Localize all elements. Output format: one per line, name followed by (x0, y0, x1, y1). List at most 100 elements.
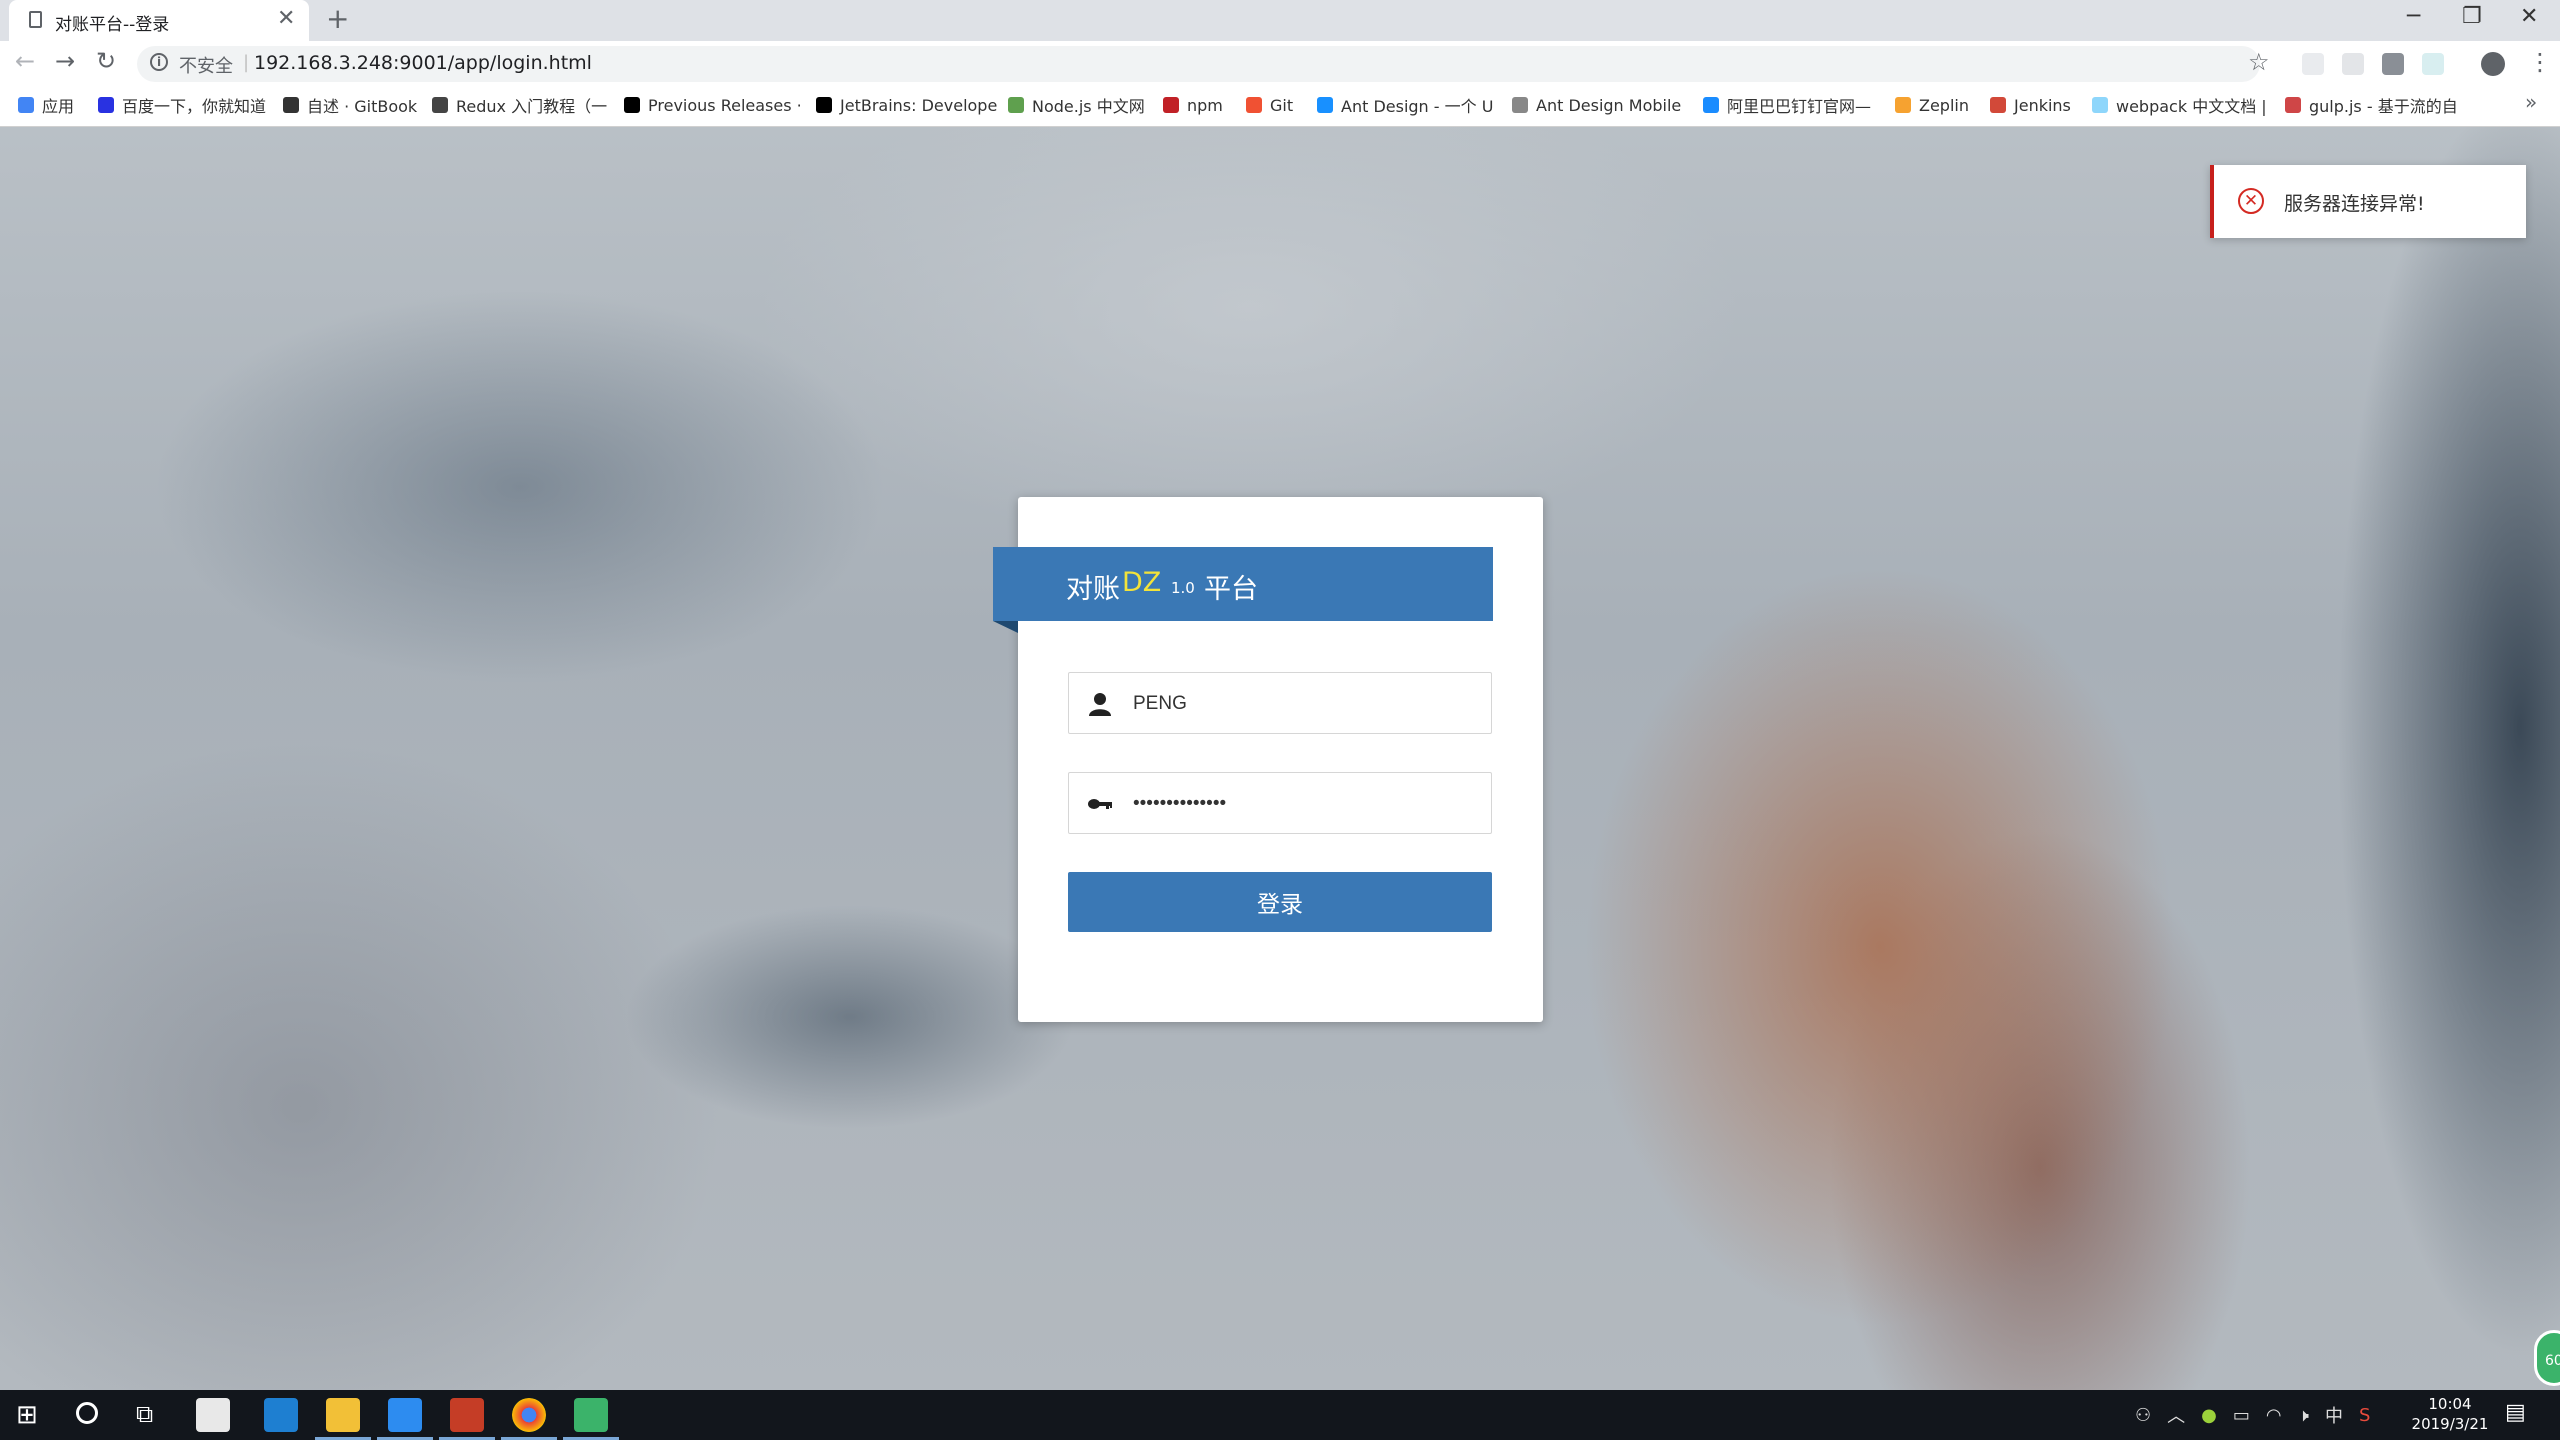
bookmark-label: Node.js 中文网 (1032, 97, 1145, 116)
notification-center-icon[interactable]: ▤ (2505, 1400, 2526, 1425)
bookmark-item[interactable]: Previous Releases · (624, 92, 802, 118)
security-label[interactable]: 不安全 (179, 52, 233, 78)
bookmark-label: Ant Design - 一个 U (1341, 97, 1494, 116)
login-title-banner: 对账 DZ 1.0 平台 (993, 547, 1493, 621)
bookmark-label: Zeplin (1919, 95, 1969, 115)
forward-arrow-icon[interactable]: → (55, 47, 75, 75)
bookmark-label: Jenkins (2014, 95, 2071, 115)
edge-icon[interactable] (264, 1398, 298, 1432)
bookmark-item[interactable]: Ant Design - 一个 U (1317, 92, 1493, 118)
reload-icon[interactable]: ↻ (96, 47, 116, 75)
clock-time: 10:04 (2428, 1395, 2472, 1413)
bookmark-label: 百度一下，你就知道 (122, 97, 267, 116)
bookmark-label: 自述 · GitBook (307, 97, 418, 116)
git-icon (1246, 97, 1262, 113)
username-field[interactable] (1068, 672, 1492, 734)
taskbar-clock[interactable]: 10:04 2019/3/21 (2405, 1394, 2495, 1434)
dingtalk-icon[interactable] (388, 1398, 422, 1432)
chrome-icon[interactable] (512, 1398, 546, 1432)
runner-icon (432, 97, 448, 113)
bookmark-item[interactable]: Zeplin (1895, 92, 1969, 118)
login-button[interactable]: 登录 (1068, 872, 1492, 932)
bookmark-item[interactable]: Redux 入门教程（一 (432, 92, 607, 118)
clock-date: 2019/3/21 (2411, 1415, 2489, 1433)
npm-icon (1163, 97, 1179, 113)
title-brand: DZ (1122, 567, 1162, 598)
extension-icon[interactable] (2342, 53, 2364, 75)
app-icon[interactable] (196, 1398, 230, 1432)
username-input[interactable] (1131, 687, 1475, 721)
browser-tab[interactable]: 对账平台--登录 ✕ (9, 0, 309, 41)
more-menu-icon[interactable]: ⋮ (2528, 48, 2552, 76)
title-prefix: 对账 (1066, 574, 1120, 605)
book-icon (283, 97, 299, 113)
task-view-icon[interactable]: ⧉ (136, 1400, 153, 1428)
bookmark-item[interactable]: webpack 中文文档 | (2092, 92, 2267, 118)
bookmark-label: JetBrains: Develope (840, 95, 998, 115)
zeplin-icon (1895, 97, 1911, 113)
show-hidden-icons-icon[interactable]: ︿ (2167, 1402, 2185, 1428)
bookmark-item[interactable]: Jenkins (1990, 92, 2071, 118)
bookmark-item[interactable]: gulp.js - 基于流的自 (2285, 92, 2458, 118)
jb-icon (816, 97, 832, 113)
title-version: 1.0 (1171, 579, 1195, 597)
wifi-icon[interactable]: ◠ (2266, 1405, 2282, 1426)
people-icon[interactable]: ⚇ (2135, 1405, 2151, 1426)
bookmarks-overflow-icon[interactable]: » (2525, 90, 2537, 114)
error-circle-icon: ✕ (2238, 188, 2264, 214)
gulp-icon (2285, 97, 2301, 113)
bookmark-item[interactable]: npm (1163, 92, 1223, 118)
intellij-icon[interactable] (450, 1398, 484, 1432)
antd-mobile-icon (1512, 97, 1528, 113)
user-icon (1089, 693, 1111, 716)
bookmark-item[interactable]: 百度一下，你就知道 (98, 92, 266, 118)
close-window-button[interactable]: ✕ (2520, 4, 2538, 29)
restore-button[interactable]: ❐ (2462, 4, 2482, 29)
minimize-button[interactable]: ─ (2407, 4, 2420, 29)
bookmark-label: 阿里巴巴钉钉官网— (1727, 97, 1872, 116)
search-icon[interactable] (76, 1402, 98, 1424)
webpack-icon (2092, 97, 2108, 113)
profile-avatar-icon[interactable] (2481, 52, 2505, 76)
jenkins-icon (1990, 97, 2006, 113)
bookmark-label: webpack 中文文档 | (2116, 97, 2267, 116)
ime-indicator[interactable]: 中 (2325, 1402, 2343, 1428)
key-icon (1088, 799, 1112, 809)
bookmark-item[interactable]: Ant Design Mobile (1512, 92, 1681, 118)
tab-close-icon[interactable]: ✕ (277, 6, 295, 31)
password-input[interactable] (1131, 787, 1475, 821)
bookmark-item[interactable]: Git (1246, 92, 1293, 118)
password-field[interactable] (1068, 772, 1492, 834)
url-text[interactable]: 192.168.3.248:9001/app/login.html (254, 52, 592, 74)
bookmark-item[interactable]: Node.js 中文网 (1008, 92, 1145, 118)
extension-icon[interactable] (2302, 53, 2324, 75)
bookmark-item[interactable]: 自述 · GitBook (283, 92, 417, 118)
bookmark-label: Git (1270, 95, 1294, 115)
jb-icon (624, 97, 640, 113)
file-explorer-icon[interactable] (326, 1398, 360, 1432)
bookmark-item[interactable]: JetBrains: Develope (816, 92, 997, 118)
floating-widget-badge[interactable]: 60 (2534, 1330, 2560, 1386)
tab-title: 对账平台--登录 (55, 15, 170, 35)
battery-icon[interactable]: ▭ (2233, 1405, 2250, 1426)
bookmark-item[interactable]: 阿里巴巴钉钉官网— (1703, 92, 1871, 118)
bookmark-star-icon[interactable]: ☆ (2248, 48, 2270, 76)
bookmark-label: npm (1187, 95, 1223, 115)
sogou-icon[interactable]: S (2359, 1405, 2370, 1426)
new-tab-button[interactable]: + (326, 2, 349, 35)
volume-icon[interactable]: 🕨 (2298, 1405, 2309, 1426)
back-arrow-icon[interactable]: ← (15, 47, 35, 75)
title-suffix: 平台 (1204, 574, 1258, 605)
antd-icon (1317, 97, 1333, 113)
wechat-icon[interactable] (574, 1398, 608, 1432)
bookmark-label: Redux 入门教程（一 (456, 97, 608, 116)
extension-icon[interactable] (2422, 53, 2444, 75)
bookmark-label: gulp.js - 基于流的自 (2309, 97, 2458, 116)
toast-message: 服务器连接异常! (2284, 193, 2425, 215)
start-icon[interactable]: ⊞ (16, 1400, 38, 1430)
banner-ribbon-fold (993, 621, 1018, 633)
info-icon[interactable]: i (150, 53, 168, 71)
security-tray-icon[interactable]: ● (2201, 1405, 2217, 1426)
vue-devtools-icon[interactable] (2382, 53, 2404, 75)
bookmark-item[interactable]: 应用 (18, 92, 74, 118)
